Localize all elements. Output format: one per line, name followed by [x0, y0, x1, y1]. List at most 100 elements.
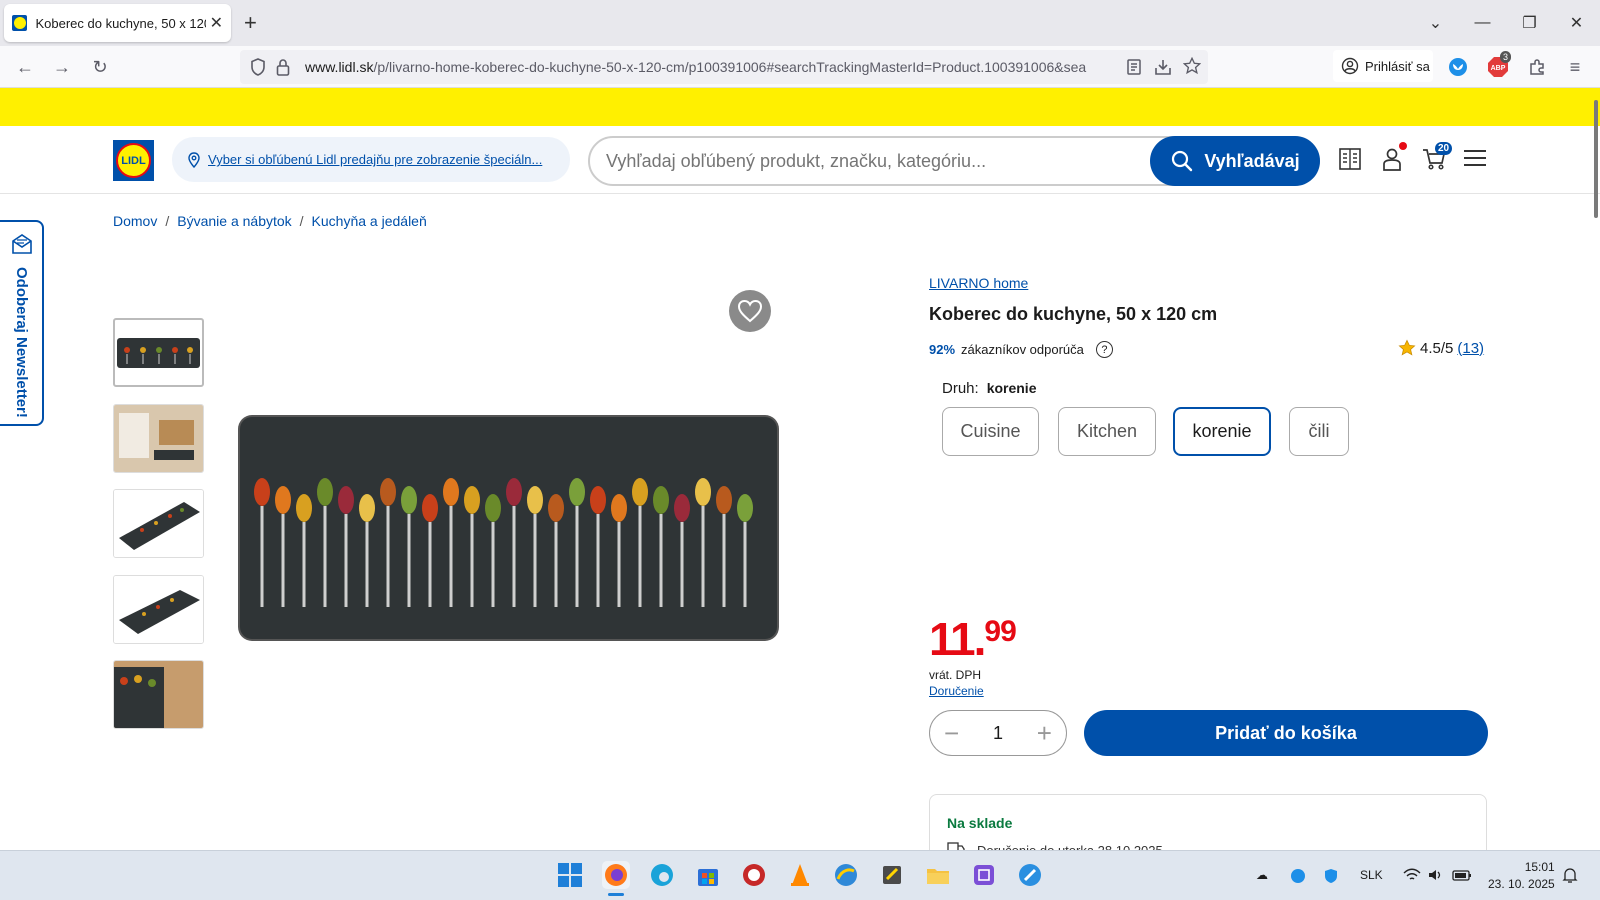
app-red-taskbar-icon[interactable] [740, 861, 768, 889]
back-icon[interactable]: ← [13, 55, 37, 79]
help-question-icon[interactable]: ? [1095, 341, 1113, 358]
user-account-icon[interactable] [1379, 142, 1407, 174]
app-editor-taskbar-icon[interactable] [878, 861, 906, 889]
address-bar[interactable]: www.lidl.sk/p/livarno-home-koberec-do-ku… [240, 50, 1208, 84]
forward-icon[interactable]: → [50, 55, 74, 79]
bluesky-extension-icon[interactable] [1446, 55, 1470, 79]
newsletter-side-tab[interactable]: Odoberaj Newsletter! [0, 220, 44, 426]
notification-dot [1399, 142, 1407, 150]
windows-taskbar: ☁ SLK 15:01 23. 10. 2025 [0, 850, 1600, 900]
product-rating: 4.5/5 (13) [1398, 339, 1484, 357]
breadcrumb-item-kitchen[interactable]: Kuchyňa a jedáleň [312, 213, 427, 229]
product-thumbnail-4[interactable] [113, 575, 204, 644]
bookmark-star-icon[interactable] [1183, 57, 1201, 75]
edge-taskbar-icon[interactable] [648, 861, 676, 889]
cart-icon[interactable]: 20 [1421, 142, 1453, 174]
product-main-image[interactable] [240, 417, 777, 639]
wifi-icon[interactable] [1403, 868, 1421, 882]
hamburger-menu-icon[interactable] [1462, 148, 1490, 176]
browser-nav-bar: ← → ↻ www.lidl.sk/p/livarno-home-koberec… [0, 46, 1600, 88]
tab-close-icon[interactable]: ✕ [210, 13, 223, 33]
restore-icon[interactable]: ❐ [1506, 13, 1553, 33]
quantity-decrease-button[interactable]: − [944, 718, 959, 749]
vat-note: vrát. DPH [929, 668, 982, 682]
top-yellow-banner [0, 88, 1600, 126]
star-icon [1398, 339, 1416, 356]
tray-app-icon[interactable] [1290, 868, 1306, 884]
lidl-logo[interactable]: LIDL [113, 140, 154, 181]
page-scrollbar[interactable] [1594, 100, 1598, 218]
notification-bell-icon[interactable] [1562, 866, 1578, 884]
clock-date: 23. 10. 2025 [1488, 877, 1555, 891]
rating-value: 4.5/5 [1420, 339, 1454, 357]
reload-icon[interactable]: ↻ [88, 55, 112, 79]
search-button[interactable]: Vyhľadávaj [1150, 136, 1320, 186]
variant-option-cuisine[interactable]: Cuisine [942, 407, 1039, 456]
variant-option-kitchen[interactable]: Kitchen [1058, 407, 1156, 456]
quantity-value[interactable]: 1 [993, 723, 1003, 744]
store-taskbar-icon[interactable] [694, 861, 722, 889]
heart-icon [737, 299, 763, 323]
reader-view-icon[interactable] [1126, 58, 1142, 76]
quantity-increase-button[interactable]: + [1037, 718, 1052, 749]
onedrive-icon[interactable]: ☁ [1256, 868, 1268, 882]
breadcrumb-item-home[interactable]: Domov [113, 213, 157, 229]
volume-icon[interactable] [1427, 868, 1443, 882]
newsletter-label: Odoberaj Newsletter! [13, 267, 30, 418]
app-blue-taskbar-icon[interactable] [832, 861, 860, 889]
variant-selected-value: korenie [986, 380, 1037, 396]
variant-option-cili[interactable]: čili [1289, 407, 1349, 456]
vlc-taskbar-icon[interactable] [786, 861, 814, 889]
search-input[interactable] [606, 150, 1146, 172]
security-shield-icon[interactable] [1323, 868, 1339, 884]
taskbar-clock[interactable]: 15:01 23. 10. 2025 [1488, 859, 1555, 893]
windows-start-icon[interactable] [556, 861, 584, 889]
product-thumbnail-5[interactable] [113, 660, 204, 729]
extensions-puzzle-icon[interactable] [1525, 55, 1549, 79]
quantity-stepper: − 1 + [929, 710, 1067, 756]
product-price: 11.99 [929, 613, 1017, 665]
leaflet-icon[interactable] [1337, 146, 1365, 174]
product-thumbnail-1[interactable] [113, 318, 204, 387]
app-mail-taskbar-icon[interactable] [1016, 861, 1044, 889]
firefox-taskbar-icon[interactable] [602, 861, 630, 896]
add-to-cart-button[interactable]: Pridať do košíka [1084, 710, 1488, 756]
app-menu-icon[interactable]: ≡ [1563, 55, 1587, 79]
recommendation-text: 92% zákazníkov odporúča ? [929, 341, 1113, 358]
account-icon [1341, 57, 1359, 75]
wishlist-heart-button[interactable] [729, 290, 771, 332]
addon-badge: 3 [1500, 51, 1512, 63]
product-thumbnail-3[interactable] [113, 489, 204, 558]
breadcrumb: Domov / Bývanie a nábytok / Kuchyňa a je… [113, 213, 427, 229]
newsletter-mail-icon [10, 232, 34, 256]
adblock-extension-icon[interactable]: ABP 3 [1486, 51, 1512, 79]
browser-tab-active[interactable]: Koberec do kuchyne, 50 x 120 c ✕ [4, 4, 231, 42]
product-brand-link[interactable]: LIVARNO home [929, 275, 1028, 291]
file-explorer-taskbar-icon[interactable] [924, 861, 952, 889]
site-header: LIDL Vyber si obľúbenú Lidl predajňu pre… [0, 126, 1600, 194]
product-thumbnail-2[interactable] [113, 404, 204, 473]
breadcrumb-item-living[interactable]: Bývanie a nábytok [177, 213, 291, 229]
language-indicator[interactable]: SLK [1360, 868, 1383, 882]
delivery-link[interactable]: Doručenie [929, 684, 984, 698]
browser-tab-bar: Koberec do kuchyne, 50 x 120 c ✕ + ⌄ — ❐… [0, 0, 1600, 46]
store-selector[interactable]: Vyber si obľúbenú Lidl predajňu pre zobr… [172, 137, 570, 182]
new-tab-icon[interactable]: + [244, 10, 257, 36]
firefox-signin-button[interactable]: Prihlásiť sa [1333, 50, 1433, 82]
battery-icon[interactable] [1452, 868, 1472, 882]
save-to-pocket-icon[interactable] [1154, 58, 1172, 76]
shield-icon[interactable] [250, 58, 266, 76]
lock-icon[interactable] [276, 58, 290, 76]
search-icon [1172, 150, 1193, 172]
stock-status: Na sklade [947, 815, 1013, 831]
minimize-icon[interactable]: — [1459, 14, 1506, 32]
variant-option-korenie[interactable]: korenie [1173, 407, 1271, 456]
cart-count-badge: 20 [1435, 142, 1453, 155]
url-text: www.lidl.sk/p/livarno-home-koberec-do-ku… [305, 59, 1087, 75]
product-title: Koberec do kuchyne, 50 x 120 cm [929, 304, 1218, 324]
window-close-icon[interactable]: ✕ [1553, 13, 1600, 33]
tab-list-chevron-icon[interactable]: ⌄ [1412, 13, 1459, 33]
rating-count-link[interactable]: (13) [1457, 340, 1484, 357]
app-purple-taskbar-icon[interactable] [970, 861, 998, 889]
store-selector-label: Vyber si obľúbenú Lidl predajňu pre zobr… [208, 152, 543, 167]
